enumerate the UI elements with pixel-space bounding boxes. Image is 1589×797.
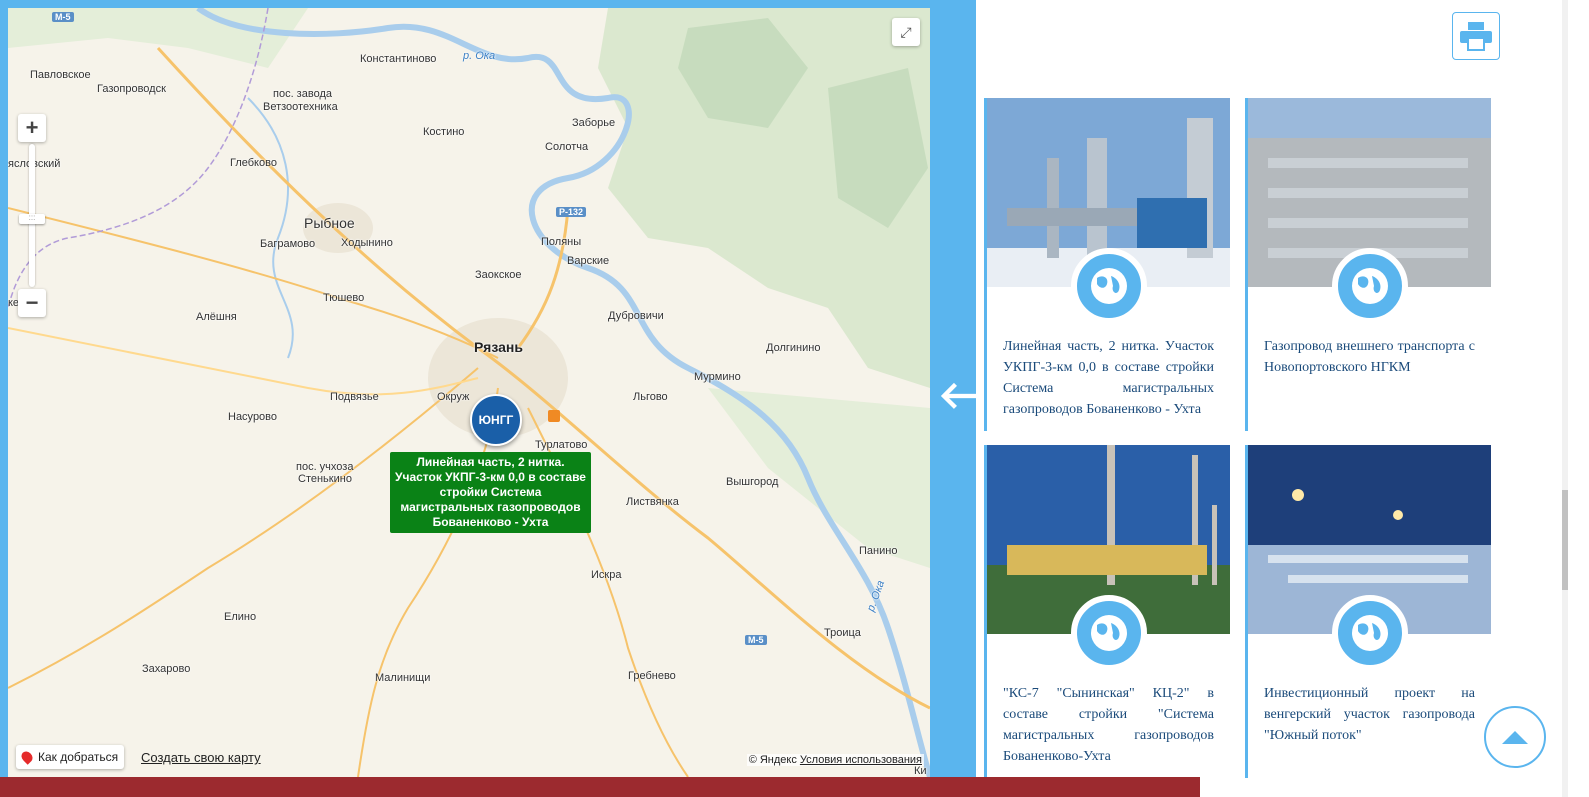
place-label: Гребнево [628, 670, 676, 682]
fullscreen-button[interactable]: ⤢ [892, 18, 920, 46]
place-label: Троица [824, 627, 861, 639]
minus-icon: − [25, 290, 39, 315]
map-frame: Константиново Павловское Газопроводск по… [0, 0, 1040, 797]
place-label: Ветзоотехника [263, 101, 338, 113]
place-label: Малинищи [375, 672, 431, 684]
place-label: Подвязье [330, 391, 379, 403]
place-label: Варские [567, 255, 610, 267]
yandex-map[interactable]: Константиново Павловское Газопроводск по… [8, 8, 930, 777]
place-label: Ки [914, 765, 927, 777]
place-label: Ходынино [341, 237, 393, 249]
map-copyright: © Яндекс Условия использования [746, 754, 924, 766]
place-label: Тюшево [323, 292, 365, 304]
copyright-text: © Яндекс [748, 754, 797, 766]
place-label-city: Рязань [474, 339, 523, 355]
road-badge: М-5 [745, 635, 767, 645]
zoom-slider-handle[interactable]: ::: [19, 214, 45, 224]
project-marker[interactable]: ЮНГГ [470, 394, 522, 446]
chevron-up-icon [1502, 731, 1528, 744]
globe-icon [1071, 595, 1147, 671]
route-button[interactable]: Как добраться [16, 745, 125, 769]
place-label: Константиново [360, 53, 437, 65]
project-card[interactable]: "КС-7 "Сынинская" КЦ-2" в составе стройк… [984, 445, 1233, 778]
expand-icon: ⤢ [900, 23, 912, 40]
place-label: Панино [859, 545, 898, 557]
place-label: Заокское [475, 269, 522, 281]
place-label: Насурово [228, 411, 278, 423]
globe-icon [1332, 595, 1408, 671]
road-badge: М-5 [52, 12, 74, 22]
footer-bar [0, 777, 1200, 797]
place-label: пос. учхоза [296, 461, 354, 473]
place-label: Захарово [142, 663, 191, 675]
scrollbar-thumb[interactable] [1562, 490, 1568, 590]
page-scrollbar[interactable] [1562, 0, 1568, 797]
place-label: Рыбное [304, 215, 355, 231]
road-badge: Р-132 [556, 207, 587, 217]
route-button-label: Как добраться [38, 750, 119, 764]
globe-icon [1071, 248, 1147, 324]
place-label: Павловское [30, 69, 91, 81]
place-label: Глебково [230, 157, 277, 169]
gas-station-icon[interactable] [548, 410, 560, 422]
place-label: Окруж [437, 391, 470, 403]
place-label: Льгово [633, 391, 668, 403]
place-label: Стенькино [298, 473, 352, 485]
place-label: Мурмино [694, 371, 741, 383]
plus-icon: + [25, 115, 39, 140]
river-label: р. Ока [463, 50, 496, 62]
project-card[interactable]: Газопровод внешнего транспорта с Новопор… [1245, 98, 1494, 431]
place-label: Дубровичи [608, 310, 664, 322]
place-label: Багрaмово [260, 238, 316, 250]
create-map-link[interactable]: Создать свою карту [141, 750, 261, 765]
project-card[interactable]: Инвестиционный проект на венгерский учас… [1245, 445, 1494, 778]
terms-link[interactable]: Условия использования [800, 754, 922, 766]
place-label: Заборье [572, 117, 616, 129]
place-label: Листвянка [626, 496, 679, 508]
printer-icon [1460, 22, 1492, 51]
place-label: Вышгород [726, 476, 779, 488]
place-label: Солотча [545, 141, 589, 153]
project-title[interactable]: Инвестиционный проект на венгерский учас… [1264, 683, 1475, 773]
place-label: Газопроводск [97, 83, 166, 95]
scroll-to-top-button[interactable] [1484, 706, 1546, 768]
place-label: Долгинино [766, 342, 821, 354]
place-label: Поляны [541, 236, 582, 248]
place-label: Елино [224, 611, 257, 623]
project-title[interactable]: Линейная часть, 2 нитка. Участок УКПГ-3-… [1003, 336, 1214, 426]
place-label: Костино [423, 126, 465, 138]
location-pin-icon [19, 749, 35, 765]
place-label: Турлатово [535, 439, 588, 451]
place-label: пос. завода [273, 88, 332, 100]
zoom-in-button[interactable]: + [18, 114, 46, 142]
place-label: Алёшня [196, 311, 237, 323]
project-title[interactable]: "КС-7 "Сынинская" КЦ-2" в составе стройк… [1003, 683, 1214, 773]
project-title[interactable]: Газопровод внешнего транспорта с Новопор… [1264, 336, 1475, 426]
place-label: Искра [591, 569, 622, 581]
marker-tooltip[interactable]: Линейная часть, 2 нитка. Участок УКПГ-3-… [390, 452, 591, 533]
globe-icon [1332, 248, 1408, 324]
print-button[interactable] [1452, 12, 1500, 60]
zoom-out-button[interactable]: − [18, 289, 46, 317]
marker-logo: ЮНГГ [478, 413, 514, 427]
project-card[interactable]: Линейная часть, 2 нитка. Участок УКПГ-3-… [984, 98, 1233, 431]
